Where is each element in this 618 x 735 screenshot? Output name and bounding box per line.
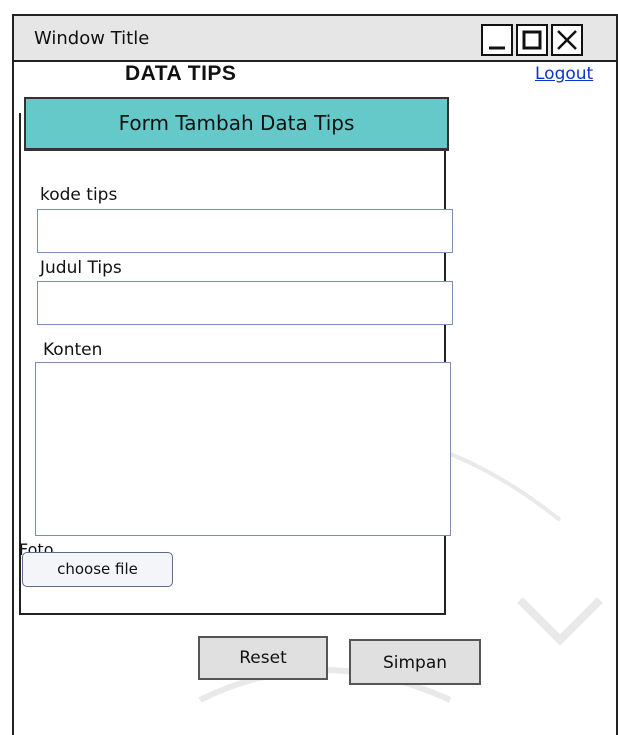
title-bar: Window Title (14, 16, 616, 62)
kode-tips-label: kode tips (40, 185, 118, 205)
simpan-button[interactable]: Simpan (349, 639, 481, 685)
close-icon (557, 30, 577, 50)
close-button[interactable] (551, 24, 583, 56)
judul-tips-label: Judul Tips (40, 258, 122, 278)
choose-file-button[interactable]: choose file (22, 552, 173, 587)
window-title: Window Title (34, 28, 150, 49)
page-title: DATA TIPS (125, 62, 237, 85)
form-header: Form Tambah Data Tips (24, 97, 449, 151)
kode-tips-input[interactable] (37, 209, 453, 253)
logout-link[interactable]: Logout (535, 64, 593, 84)
judul-tips-input[interactable] (37, 281, 453, 325)
maximize-button[interactable] (516, 24, 548, 56)
konten-label: Konten (43, 340, 103, 360)
minimize-icon (489, 46, 505, 50)
reset-button[interactable]: Reset (198, 636, 328, 680)
maximize-icon (522, 30, 542, 50)
minimize-button[interactable] (481, 24, 513, 56)
konten-textarea[interactable] (35, 362, 451, 536)
